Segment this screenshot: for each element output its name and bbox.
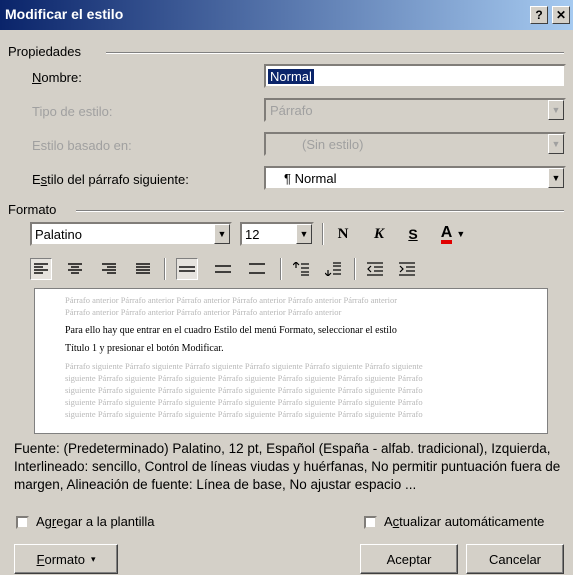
style-description: Fuente: (Predeterminado) Palatino, 12 pt… <box>14 441 561 492</box>
add-to-template-checkbox[interactable] <box>16 516 29 529</box>
chevron-down-icon: ▼ <box>548 134 564 154</box>
one-half-spacing-icon <box>215 265 231 273</box>
align-right-icon <box>102 263 116 274</box>
dialog-title: Modificar el estilo <box>5 6 124 22</box>
ok-button[interactable]: Aceptar <box>360 544 458 574</box>
one-half-spacing-button[interactable] <box>212 258 234 280</box>
bold-button[interactable]: N <box>332 223 354 245</box>
properties-group-label: Propiedades <box>8 44 81 59</box>
format-group-label: Formato <box>8 202 57 217</box>
preview-previous-line: Párrafo anterior Párrafo anterior Párraf… <box>65 295 398 305</box>
font-color-button[interactable]: A ▼ <box>436 223 470 245</box>
preview-next-line: siguiente Párrafo siguiente Párrafo sigu… <box>65 409 423 419</box>
space-after-button[interactable] <box>322 258 344 280</box>
style-preview: Párrafo anterior Párrafo anterior Párraf… <box>34 288 548 434</box>
format-divider <box>76 210 564 212</box>
decrease-indent-icon <box>367 262 383 276</box>
increase-indent-icon <box>399 262 415 276</box>
based-on-value: (Sin estilo) <box>302 137 364 152</box>
preview-next-line: siguiente Párrafo siguiente Párrafo sigu… <box>65 385 423 395</box>
title-bar: Modificar el estilo ? ✕ <box>0 0 573 30</box>
dropdown-arrow-icon: ▼ <box>456 229 466 239</box>
align-left-button[interactable] <box>30 258 52 280</box>
increase-indent-button[interactable] <box>396 258 418 280</box>
align-center-button[interactable] <box>64 258 86 280</box>
style-type-label: Tipo de estilo: <box>32 104 113 119</box>
decrease-indent-button[interactable] <box>364 258 386 280</box>
preview-sample-line: Para ello hay que entrar en el cuadro Es… <box>65 325 397 336</box>
name-label: Nombre: <box>32 70 82 85</box>
justify-icon <box>136 263 150 274</box>
preview-next-line: siguiente Párrafo siguiente Párrafo sigu… <box>65 373 423 383</box>
font-value: Palatino <box>35 227 82 242</box>
chevron-down-icon: ▼ <box>548 168 564 188</box>
chevron-down-icon: ▼ <box>296 224 312 244</box>
preview-next-line: siguiente Párrafo siguiente Párrafo sigu… <box>65 397 423 407</box>
font-color-icon: A <box>440 224 453 244</box>
help-button[interactable]: ? <box>530 6 548 24</box>
format-menu-button[interactable]: Formato ▾ <box>14 544 118 574</box>
single-spacing-icon <box>179 266 195 272</box>
space-after-icon <box>325 262 341 276</box>
double-spacing-button[interactable] <box>246 258 268 280</box>
space-before-button[interactable] <box>290 258 312 280</box>
next-paragraph-value: ¶ Normal <box>284 171 337 186</box>
style-type-dropdown: Párrafo ▼ <box>264 98 566 122</box>
auto-update-checkbox[interactable] <box>364 516 377 529</box>
next-paragraph-label: Estilo del párrafo siguiente: <box>32 172 189 187</box>
based-on-label: Estilo basado en: <box>32 138 132 153</box>
font-size-value: 12 <box>245 227 260 242</box>
preview-next-line: Párrafo siguiente Párrafo siguiente Párr… <box>65 361 423 371</box>
italic-button[interactable]: K <box>368 223 390 245</box>
name-field[interactable]: Normal <box>264 64 566 88</box>
properties-divider <box>106 52 564 54</box>
format-menu-label: Formato <box>36 551 85 567</box>
cancel-button[interactable]: Cancelar <box>466 544 564 574</box>
close-button[interactable]: ✕ <box>552 6 570 24</box>
underline-button[interactable]: S <box>402 223 424 245</box>
align-left-icon <box>34 263 48 274</box>
preview-previous-line: Párrafo anterior Párrafo anterior Párraf… <box>65 307 342 317</box>
toolbar-separator <box>164 258 166 280</box>
toolbar-separator <box>322 223 324 245</box>
single-spacing-button[interactable] <box>176 258 198 280</box>
toolbar-separator <box>280 258 282 280</box>
next-paragraph-dropdown[interactable]: ¶ Normal ▼ <box>264 166 566 190</box>
add-to-template-label[interactable]: Agregar a la plantilla <box>36 514 155 529</box>
font-dropdown[interactable]: Palatino ▼ <box>30 222 232 246</box>
justify-button[interactable] <box>132 258 154 280</box>
double-spacing-icon <box>249 263 265 274</box>
chevron-down-icon: ▼ <box>548 100 564 120</box>
toolbar-separator <box>354 258 356 280</box>
name-value: Normal <box>268 69 314 84</box>
dropdown-arrow-icon: ▾ <box>90 553 96 564</box>
align-center-icon <box>68 263 82 274</box>
font-size-dropdown[interactable]: 12 ▼ <box>240 222 314 246</box>
align-right-button[interactable] <box>98 258 120 280</box>
auto-update-label[interactable]: Actualizar automáticamente <box>384 514 544 529</box>
style-type-value: Párrafo <box>270 103 313 118</box>
space-before-icon <box>293 262 309 276</box>
based-on-dropdown: (Sin estilo) ▼ <box>264 132 566 156</box>
chevron-down-icon: ▼ <box>214 224 230 244</box>
preview-sample-line: Título 1 y presionar el botón Modificar. <box>65 343 224 354</box>
